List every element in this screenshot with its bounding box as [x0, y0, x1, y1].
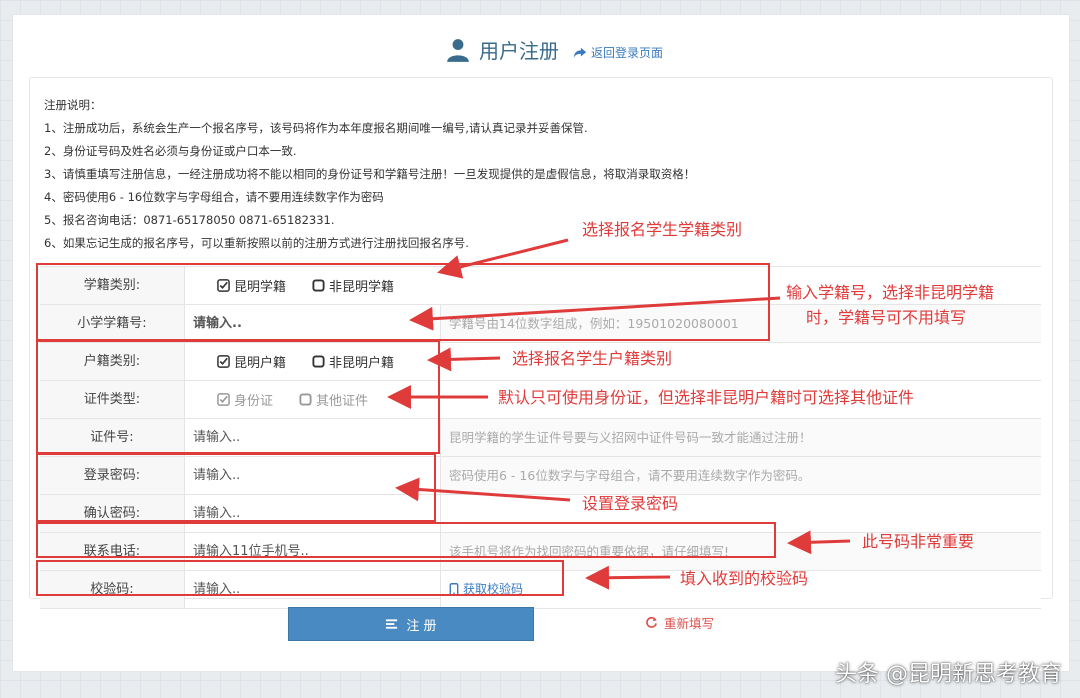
notes-title: 注册说明：	[44, 98, 102, 112]
label-cert-type: 证件类型:	[40, 381, 185, 418]
row-password: 登录密码: 密码使用6 - 16位数字与字母组合，请不要用连续数字作为密码。	[40, 456, 1041, 494]
phone-input[interactable]	[185, 533, 440, 570]
reset-button[interactable]: 重新填写	[645, 613, 714, 632]
user-icon	[447, 38, 469, 62]
label-confirm: 确认密码:	[40, 495, 185, 532]
option-label: 非昆明户籍	[329, 356, 395, 371]
code-field	[185, 571, 441, 608]
option-id-card[interactable]: 身份证	[217, 390, 273, 409]
cert-no-input[interactable]	[185, 419, 440, 456]
row-code: 校验码: 获取校验码	[40, 570, 1041, 609]
page-header: 用户注册 返回登录页面	[13, 15, 1069, 79]
option-label: 昆明学籍	[234, 280, 287, 295]
xueji-no-input[interactable]	[185, 305, 440, 342]
unchecked-checkbox-icon	[299, 393, 312, 406]
annotation-text-huji-type: 选择报名学生户籍类别	[512, 349, 673, 368]
checked-checkbox-icon	[217, 279, 230, 292]
row-cert-no: 证件号: 昆明学籍的学生证件号要与义招网中证件号码一致才能通过注册！	[40, 418, 1041, 456]
option-other-cert[interactable]: 其他证件	[299, 390, 368, 409]
phone-field	[185, 533, 441, 570]
checked-checkbox-icon	[217, 393, 230, 406]
label-phone: 联系电话:	[40, 533, 185, 570]
register-button[interactable]: 注 册	[288, 607, 534, 641]
confirm-hint	[441, 495, 1041, 532]
share-arrow-icon	[573, 47, 587, 58]
content-box: 注册说明： 1、注册成功后，系统会生产一个报名序号，该号码将作为本年度报名期间唯…	[29, 77, 1053, 609]
list-icon	[386, 618, 398, 629]
label-code: 校验码:	[40, 571, 185, 608]
cert-no-field	[185, 419, 441, 456]
note-item: 2、身份证号码及姓名必须与身份证或户口本一致.	[44, 144, 297, 158]
label-huji-type: 户籍类别:	[40, 343, 185, 380]
xueji-no-field	[185, 305, 441, 342]
back-link-label: 返回登录页面	[591, 46, 664, 60]
unchecked-checkbox-icon	[312, 355, 325, 368]
annotation-text-cert-type: 默认只可使用身份证，但选择非昆明户籍时可选择其他证件	[498, 388, 915, 407]
annotation-text-password: 设置登录密码	[582, 494, 679, 513]
annotation-text-xueji-no-1: 输入学籍号，选择非昆明学籍	[786, 283, 995, 302]
note-item: 1、注册成功后，系统会生产一个报名序号，该号码将作为本年度报名期间唯一编号,请认…	[44, 121, 588, 135]
annotation-text-code: 填入收到的校验码	[680, 569, 809, 588]
refresh-icon	[646, 616, 657, 628]
annotation-text-phone: 此号码非常重要	[862, 532, 975, 551]
password-field	[185, 457, 441, 494]
option-non-kunming-xueji[interactable]: 非昆明学籍	[312, 276, 394, 295]
option-label: 其他证件	[316, 394, 369, 409]
get-code-link[interactable]: 获取校验码	[449, 571, 523, 608]
confirm-password-input[interactable]	[185, 495, 440, 532]
option-non-kunming-huji[interactable]: 非昆明户籍	[312, 352, 394, 371]
option-kunming-xueji[interactable]: 昆明学籍	[217, 276, 286, 295]
note-item: 3、请慎重填写注册信息，一经注册成功将不能以相同的身份证号和学籍号注册！一旦发现…	[44, 167, 696, 181]
label-cert-no: 证件号:	[40, 419, 185, 456]
annotation-text-xueji-type: 选择报名学生学籍类别	[582, 220, 743, 239]
reset-label: 重新填写	[664, 616, 715, 631]
note-item: 4、密码使用6 - 16位数字与字母组合，请不要用连续数字作为密码	[44, 190, 384, 204]
option-label: 昆明户籍	[234, 356, 287, 371]
label-xueji-type: 学籍类别:	[40, 267, 185, 304]
watermark: 头条 @昆明新思考教育	[835, 662, 1062, 687]
register-label: 注 册	[406, 618, 437, 634]
option-label: 非昆明学籍	[329, 280, 395, 295]
page-title: 用户注册	[479, 39, 559, 63]
confirm-field	[185, 495, 441, 532]
get-code-label: 获取校验码	[463, 582, 524, 596]
unchecked-checkbox-icon	[312, 279, 325, 292]
option-label: 身份证	[234, 394, 274, 409]
mobile-phone-icon	[449, 583, 459, 596]
code-input[interactable]	[185, 571, 440, 608]
cert-no-hint: 昆明学籍的学生证件号要与义招网中证件号码一致才能通过注册！	[441, 419, 1041, 456]
annotation-text-xueji-no-2: 时，学籍号可不用填写	[806, 308, 967, 327]
password-input[interactable]	[185, 457, 440, 494]
title-wrap: 用户注册	[445, 35, 559, 64]
option-kunming-huji[interactable]: 昆明户籍	[217, 352, 286, 371]
row-confirm: 确认密码:	[40, 494, 1041, 532]
label-password: 登录密码:	[40, 457, 185, 494]
label-xueji-no: 小学学籍号:	[40, 305, 185, 342]
back-to-login-link[interactable]: 返回登录页面	[573, 44, 663, 61]
password-hint: 密码使用6 - 16位数字与字母组合，请不要用连续数字作为密码。	[441, 457, 1041, 494]
checked-checkbox-icon	[217, 355, 230, 368]
register-panel: 用户注册 返回登录页面 注册说明： 1、注册成功后，系统会生产一个报名序号，该号…	[12, 14, 1070, 672]
